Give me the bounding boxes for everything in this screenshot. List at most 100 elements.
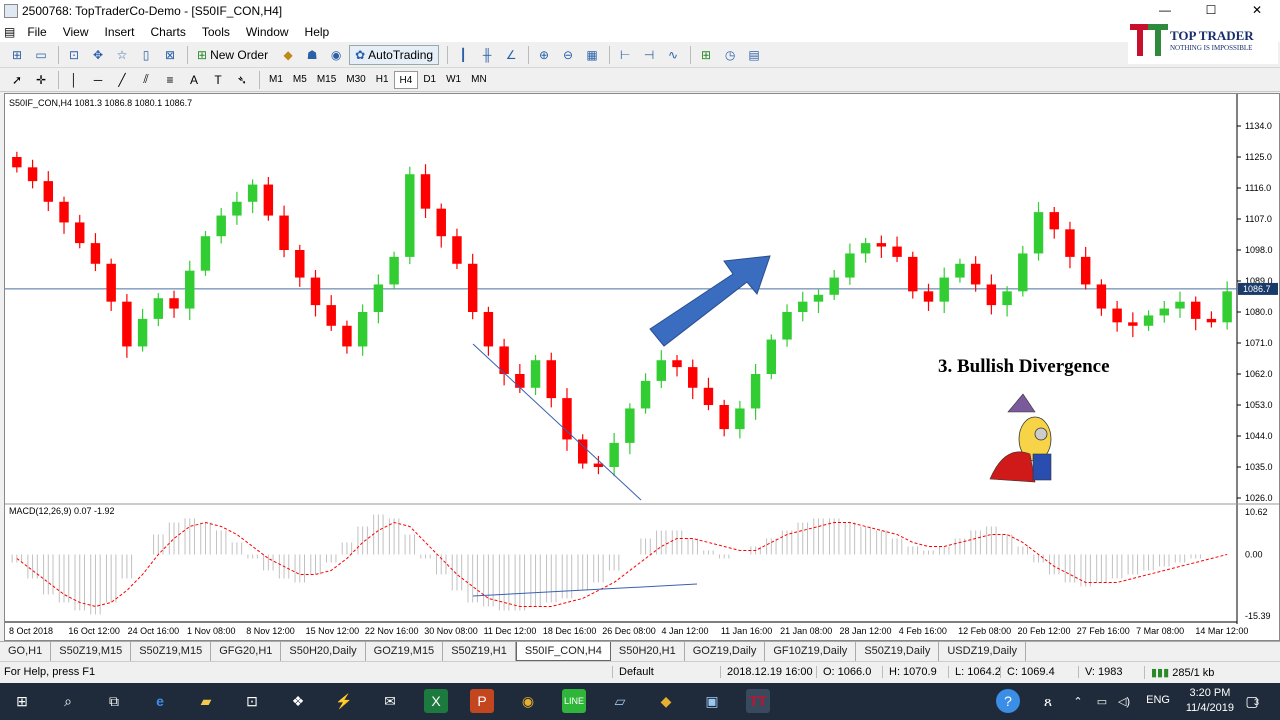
file-explorer-icon[interactable]: ▰ [194, 689, 218, 713]
chart-tab[interactable]: GFG20,H1 [211, 642, 282, 661]
chart-tab[interactable]: USDZ19,Daily [939, 642, 1027, 661]
auto-scroll-icon[interactable]: ⊢ [614, 45, 636, 65]
volume-icon[interactable]: ◁) [1112, 689, 1136, 713]
zoom-in-icon[interactable]: ⊕ [533, 45, 555, 65]
new-chart-icon[interactable]: ⊞ [6, 45, 28, 65]
network-icon[interactable]: ▭ [1090, 689, 1114, 713]
powerpoint-icon[interactable]: P [470, 689, 494, 713]
tray-chevron-icon[interactable]: ⌃ [1066, 689, 1090, 713]
metaeditor-icon[interactable]: ◆ [277, 45, 299, 65]
navigator-icon[interactable]: ✥ [87, 45, 109, 65]
chart-tab[interactable]: GO,H1 [0, 642, 52, 661]
chart-tab[interactable]: S50Z19,Daily [856, 642, 940, 661]
profiles-icon[interactable]: ▭ [30, 45, 52, 65]
chart-window[interactable]: 1134.0 1125.0 1116.0 1107.0 1098.0 1089.0 1080… [4, 93, 1280, 641]
menu-help[interactable]: Help [297, 25, 338, 39]
menu-view[interactable]: View [55, 25, 97, 39]
mt4-app-icon[interactable]: TT [746, 689, 770, 713]
text-label-icon[interactable]: T [207, 70, 229, 90]
line-chart-icon[interactable]: ∠ [500, 45, 522, 65]
new-order-button[interactable]: ⊞ New Order [192, 45, 273, 65]
terminal-icon[interactable]: ▯ [135, 45, 157, 65]
tf-m15[interactable]: M15 [312, 71, 341, 89]
tile-windows-icon[interactable]: ▦ [581, 45, 603, 65]
mail-icon[interactable]: ✉ [378, 689, 402, 713]
chart-tab[interactable]: GF10Z19,Daily [765, 642, 857, 661]
tf-m30[interactable]: M30 [341, 71, 370, 89]
experts-icon[interactable]: ☗ [301, 45, 323, 65]
channel-icon[interactable]: ⫽ [135, 70, 157, 90]
templates-icon[interactable]: ▤ [743, 45, 765, 65]
text-icon[interactable]: A [183, 70, 205, 90]
edge-icon[interactable]: e [148, 689, 172, 713]
menu-insert[interactable]: Insert [96, 25, 142, 39]
line-app-icon[interactable]: LINE [562, 689, 586, 713]
excel-icon[interactable]: X [424, 689, 448, 713]
search-icon[interactable]: ⌕ [56, 689, 80, 713]
menu-icon[interactable]: ▤ [0, 25, 19, 39]
signals-icon[interactable]: ◉ [325, 45, 347, 65]
autotrading-button[interactable]: ✿ AutoTrading [349, 44, 440, 65]
chart-tab[interactable]: S50IF_CON,H4 [515, 642, 611, 661]
app-note-icon[interactable]: ▱ [608, 689, 632, 713]
tf-mn[interactable]: MN [466, 71, 492, 89]
tf-m1[interactable]: M1 [264, 71, 288, 89]
horizontal-line-icon[interactable]: ─ [87, 70, 109, 90]
tf-h1[interactable]: H1 [371, 71, 394, 89]
tf-w1[interactable]: W1 [441, 71, 466, 89]
fibonacci-icon[interactable]: ≡ [159, 70, 181, 90]
market-watch-icon[interactable]: ⊡ [63, 45, 85, 65]
candle-body [640, 380, 651, 409]
tf-d1[interactable]: D1 [418, 71, 441, 89]
bar-chart-icon[interactable]: ┃ [452, 45, 474, 65]
chart-tab[interactable]: GOZ19,M15 [366, 642, 444, 661]
help-icon[interactable]: ? [996, 689, 1020, 713]
app-remote-icon[interactable]: ▣ [700, 689, 724, 713]
chart-tab[interactable]: S50Z19,M15 [131, 642, 212, 661]
chart-tab[interactable]: S50H20,Daily [281, 642, 366, 661]
menu-file[interactable]: File [19, 25, 54, 39]
y-tick-label: 1053.0 [1245, 400, 1273, 410]
vertical-line-icon[interactable]: │ [63, 70, 85, 90]
x-tick-label: 24 Oct 16:00 [128, 626, 180, 636]
chart-tab[interactable]: GOZ19,Daily [685, 642, 766, 661]
menu-window[interactable]: Window [238, 25, 297, 39]
tf-h4[interactable]: H4 [393, 70, 419, 89]
clock[interactable]: 3:20 PM 11/4/2019 [1186, 686, 1234, 716]
candle-body [43, 181, 54, 202]
zoom-out-icon[interactable]: ⊖ [557, 45, 579, 65]
favorites-icon[interactable]: ☆ [111, 45, 133, 65]
chart-tab[interactable]: S50H20,H1 [611, 642, 685, 661]
trendline-icon[interactable]: ╱ [111, 70, 133, 90]
chart-tab[interactable]: S50Z19,M15 [51, 642, 132, 661]
notification-icon[interactable]: ▢ [1240, 689, 1264, 713]
cursor-icon[interactable]: ➚ [6, 70, 28, 90]
periods-icon[interactable]: ◷ [719, 45, 741, 65]
task-view-icon[interactable]: ⧉ [102, 689, 126, 713]
chart-shift-icon[interactable]: ⊣ [638, 45, 660, 65]
store-icon[interactable]: ⊡ [240, 689, 264, 713]
start-icon[interactable]: ⊞ [10, 689, 34, 713]
menu-charts[interactable]: Charts [143, 25, 194, 39]
main-toolbar: ⊞ ▭ ⊡ ✥ ☆ ▯ ⊠ ⊞ New Order ◆ ☗ ◉ ✿ AutoTrad… [0, 42, 1280, 68]
candle-body [27, 167, 38, 182]
candle-body [908, 256, 918, 292]
candle-body [90, 243, 101, 264]
menu-tools[interactable]: Tools [194, 25, 238, 39]
crosshair-icon[interactable]: ✛ [30, 70, 52, 90]
candlestick-icon[interactable]: ╫ [476, 45, 498, 65]
indicators-icon[interactable]: ∿ [662, 45, 684, 65]
arrows-icon[interactable]: ➴ [231, 70, 253, 90]
add-indicator-icon[interactable]: ⊞ [695, 45, 717, 65]
menu-bar: ▤ File View Insert Charts Tools Window H… [0, 22, 1280, 42]
tf-m5[interactable]: M5 [288, 71, 312, 89]
app-bolt-icon[interactable]: ⚡ [332, 689, 356, 713]
people-icon[interactable]: ጸ [1036, 689, 1060, 713]
candle-body [798, 301, 808, 312]
app-gold-icon[interactable]: ◆ [654, 689, 678, 713]
dropbox-icon[interactable]: ❖ [286, 689, 310, 713]
tester-icon[interactable]: ⊠ [159, 45, 181, 65]
chart-tab[interactable]: S50Z19,H1 [443, 642, 516, 661]
chrome-icon[interactable]: ◉ [516, 689, 540, 713]
language-indicator[interactable]: ENG [1146, 694, 1170, 706]
